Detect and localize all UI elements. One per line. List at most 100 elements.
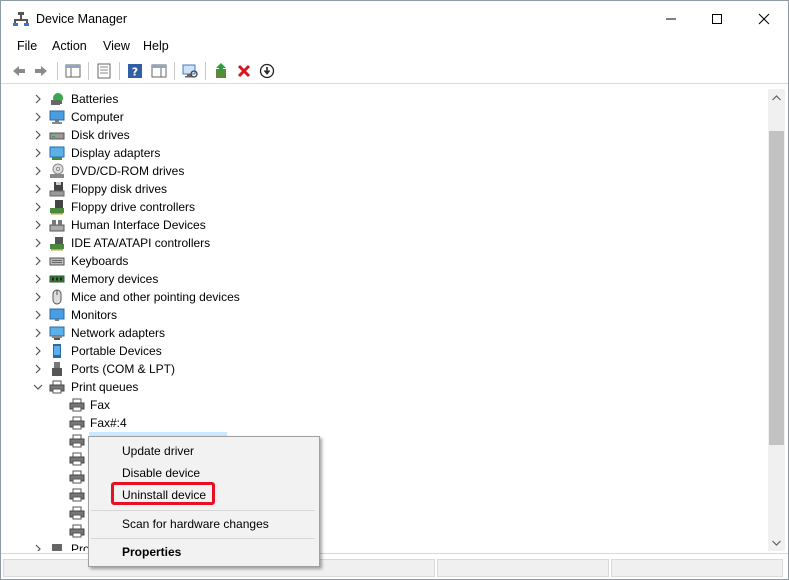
processor-icon [52,544,62,551]
computer-icon [49,110,65,124]
uninstall-highlight-box [111,482,215,505]
scan-hardware-button[interactable] [180,61,200,81]
tree-item-label: Display adapters [71,146,161,160]
menu-help[interactable]: Help [142,39,170,53]
chevron-right-icon[interactable] [33,345,43,357]
chevron-up-icon [772,94,781,100]
tree-item-mice[interactable]: Mice and other pointing devices [9,288,709,306]
update-driver-button[interactable] [211,61,231,81]
scroll-thumb[interactable] [769,131,784,445]
tree-item-computer[interactable]: Computer [9,108,709,126]
tree-item-fax-4[interactable]: Fax#:4 [9,414,709,432]
disk-drive-icon [49,132,65,140]
toolbar-separator [205,62,206,80]
chevron-right-icon[interactable] [33,129,43,141]
tree-item-display-adapters[interactable]: Display adapters [9,144,709,162]
tree-item-label: Human Interface Devices [71,218,206,232]
action-pane-button[interactable] [149,61,169,81]
chevron-down-icon[interactable] [33,381,43,393]
chevron-right-icon[interactable] [33,543,43,551]
tree-item-label: Fax#:4 [90,416,127,430]
tree-item-label: IDE ATA/ATAPI controllers [71,236,211,250]
tree-item-monitors[interactable]: Monitors [9,306,709,324]
show-hide-console-tree-icon [65,64,81,78]
chevron-right-icon[interactable] [33,237,43,249]
tree-item-ide-controllers[interactable]: IDE ATA/ATAPI controllers [9,234,709,252]
tree-item-dvd-drives[interactable]: DVD/CD-ROM drives [9,162,709,180]
chevron-right-icon[interactable] [33,273,43,285]
tree-item-print-queues[interactable]: Print queues [9,378,709,396]
printer-icon [69,416,85,430]
properties-button[interactable] [94,61,114,81]
forward-button[interactable] [31,61,51,81]
chevron-right-icon[interactable] [33,327,43,339]
chevron-right-icon[interactable] [33,183,43,195]
tree-item-memory-devices[interactable]: Memory devices [9,270,709,288]
close-button[interactable] [741,1,787,37]
title-bar[interactable]: Device Manager [1,1,788,37]
menu-item-properties[interactable]: Properties [122,545,181,559]
tree-item-disk-drives[interactable]: Disk drives [9,126,709,144]
keyboard-icon [49,257,65,266]
tree-item-floppy-drive-controllers[interactable]: Floppy drive controllers [9,198,709,216]
menu-item-scan-hardware[interactable]: Scan for hardware changes [122,517,269,531]
tree-item-keyboards[interactable]: Keyboards [9,252,709,270]
maximize-icon [712,14,722,24]
tree-item-label: Pro [71,542,90,551]
dvd-drive-icon [50,163,64,178]
printer-icon [69,506,85,520]
chevron-right-icon[interactable] [33,201,43,213]
toolbar: ? [1,59,788,84]
back-button[interactable] [9,61,29,81]
tree-item-ports[interactable]: Ports (COM & LPT) [9,360,709,378]
tree-item-floppy-disk-drives[interactable]: Floppy disk drives [9,180,709,198]
ide-controller-icon [50,237,64,251]
menu-item-disable-device[interactable]: Disable device [122,466,200,480]
tree-item-fax[interactable]: Fax [9,396,709,414]
scroll-up-button[interactable] [768,89,785,106]
printer-icon [69,488,85,502]
floppy-drive-icon [49,182,65,197]
chevron-right-icon[interactable] [33,147,43,159]
tree-item-portable-devices[interactable]: Portable Devices [9,342,709,360]
uninstall-icon [237,64,251,78]
disable-button[interactable] [257,61,277,81]
minimize-button[interactable] [648,1,694,37]
menu-separator [91,538,315,539]
show-hide-tree-button[interactable] [63,61,83,81]
help-button[interactable]: ? [125,61,145,81]
tree-item-label: Floppy drive controllers [71,200,196,214]
scroll-down-button[interactable] [768,534,785,551]
menu-view[interactable]: View [102,39,131,53]
menu-file[interactable]: File [16,39,38,53]
chevron-right-icon[interactable] [33,219,43,231]
tree-item-human-interface-devices[interactable]: Human Interface Devices [9,216,709,234]
mouse-icon [52,289,62,305]
tree-item-network-adapters[interactable]: Network adapters [9,324,709,342]
help-icon: ? [128,64,142,79]
chevron-right-icon[interactable] [33,93,43,105]
chevron-right-icon[interactable] [33,165,43,177]
menu-bar: File Action View Help [1,37,788,57]
chevron-right-icon[interactable] [33,255,43,267]
tree-item-label: Computer [71,110,124,124]
tree-item-label: Ports (COM & LPT) [71,362,176,376]
menu-separator [91,510,315,511]
tree-item-label: Mice and other pointing devices [71,290,240,304]
status-pane [437,559,609,577]
toolbar-separator [119,62,120,80]
tree-item-label: Portable Devices [71,344,162,358]
menu-action[interactable]: Action [51,39,88,53]
chevron-right-icon[interactable] [33,111,43,123]
action-pane-icon [151,64,167,78]
properties-icon [97,63,111,79]
chevron-right-icon[interactable] [33,291,43,303]
vertical-scrollbar[interactable] [768,89,785,551]
menu-item-update-driver[interactable]: Update driver [122,444,194,458]
uninstall-button[interactable] [234,61,254,81]
chevron-right-icon[interactable] [33,363,43,375]
tree-item-label: Print queues [71,380,139,394]
tree-item-batteries[interactable]: Batteries [9,90,709,108]
chevron-right-icon[interactable] [33,309,43,321]
maximize-button[interactable] [694,1,740,37]
